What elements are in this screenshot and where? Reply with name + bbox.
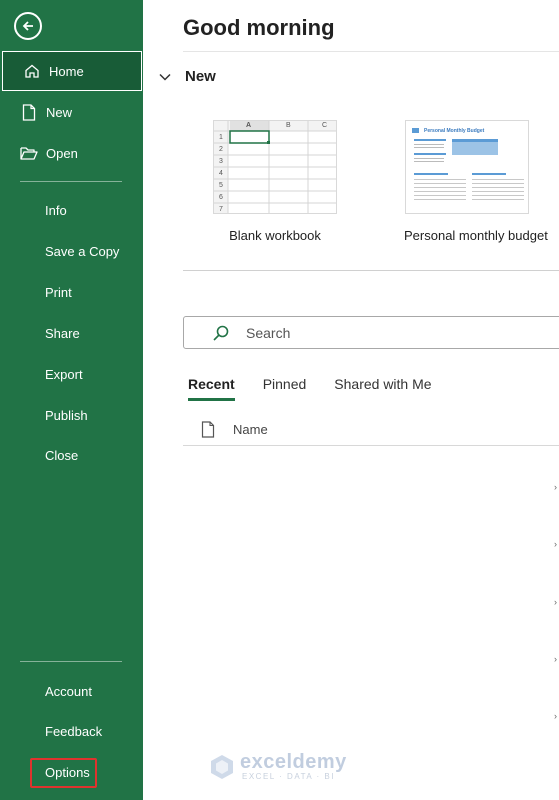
search-input[interactable]: Search — [183, 316, 559, 349]
sidebar-divider — [20, 181, 122, 182]
row-header: 5 — [219, 182, 223, 189]
search-placeholder: Search — [246, 324, 291, 341]
tab-shared-with-me[interactable]: Shared with Me — [334, 376, 431, 401]
row-header: 2 — [219, 146, 223, 153]
chevron-right-icon: › — [554, 655, 557, 663]
template-label: Blank workbook — [229, 228, 321, 243]
name-column-header[interactable]: Name — [233, 422, 268, 437]
sidebar-item-publish[interactable]: Publish — [0, 395, 143, 435]
column-header: A — [246, 122, 252, 129]
template-blank-workbook[interactable]: A B C 1 2 3 4 5 6 7 Blank workbook — [213, 120, 337, 243]
row-header: 1 — [219, 134, 223, 141]
budget-thumbnail: Personal Monthly Budget — [405, 120, 529, 214]
section-divider — [183, 270, 559, 271]
back-button[interactable] — [14, 12, 42, 40]
arrow-left-icon — [22, 21, 33, 31]
row-header: 3 — [219, 158, 223, 165]
sidebar-item-open[interactable]: Open — [0, 133, 143, 173]
main-panel: Good morning New A B C 1 2 3 4 5 6 7 Bla… — [143, 0, 559, 800]
watermark-tagline: EXCEL · DATA · BI — [242, 772, 335, 781]
sidebar-item-label: Share — [45, 325, 80, 341]
sidebar-item-close[interactable]: Close — [0, 435, 143, 475]
sidebar-item-info[interactable]: Info — [0, 190, 143, 230]
sidebar-item-save-a-copy[interactable]: Save a Copy — [0, 231, 143, 271]
tab-pinned[interactable]: Pinned — [263, 376, 307, 401]
sidebar-item-label: Account — [45, 683, 92, 699]
blank-workbook-thumbnail: A B C 1 2 3 4 5 6 7 — [213, 120, 337, 214]
chevron-right-icon: › — [554, 598, 557, 606]
exceldemy-watermark: exceldemy EXCEL · DATA · BI — [208, 752, 347, 781]
sidebar-item-label: Print — [45, 284, 72, 300]
column-header: B — [286, 122, 291, 129]
sidebar-item-label: Export — [45, 366, 83, 382]
sidebar-item-share[interactable]: Share — [0, 313, 143, 353]
sidebar-item-home[interactable]: Home — [2, 51, 142, 91]
new-section-toggle[interactable]: New — [159, 68, 216, 85]
search-icon — [212, 324, 230, 342]
watermark-text: exceldemy EXCEL · DATA · BI — [240, 752, 347, 781]
column-header: C — [322, 122, 328, 129]
sidebar-item-label: Save a Copy — [45, 243, 120, 259]
folder-open-icon — [20, 144, 38, 162]
row-header: 4 — [219, 170, 223, 177]
sidebar: Home New Open Info Save a Copy Print Sha… — [0, 0, 143, 800]
sidebar-item-label: Info — [45, 202, 67, 218]
chevron-right-icon: › — [554, 483, 557, 491]
document-icon — [20, 103, 38, 121]
options-highlight-box — [30, 758, 97, 788]
row-header: 7 — [219, 206, 223, 213]
tab-recent[interactable]: Recent — [188, 376, 235, 401]
excel-backstage: Home New Open Info Save a Copy Print Sha… — [0, 0, 559, 800]
file-icon — [201, 421, 215, 438]
sidebar-item-label: Close — [45, 447, 79, 463]
header-divider — [183, 51, 559, 52]
sidebar-item-label: Publish — [45, 407, 88, 423]
sidebar-item-feedback[interactable]: Feedback — [0, 711, 143, 751]
template-label: Personal monthly budget — [404, 228, 548, 243]
file-tabs: Recent Pinned Shared with Me — [188, 376, 460, 401]
file-list-header: Name — [183, 414, 559, 446]
chevron-right-icon: › — [554, 540, 557, 548]
row-header: 6 — [219, 194, 223, 201]
sidebar-divider — [20, 661, 122, 662]
grid-labels: A B C 1 2 3 4 5 6 7 — [214, 121, 336, 213]
sidebar-item-label: Home — [49, 63, 84, 79]
exceldemy-logo-icon — [211, 754, 233, 779]
home-icon — [23, 62, 41, 80]
sidebar-item-label: Feedback — [45, 723, 103, 739]
watermark-name: exceldemy — [240, 751, 347, 773]
page-title: Good morning — [183, 15, 335, 40]
sidebar-item-print[interactable]: Print — [0, 272, 143, 312]
budget-preview — [412, 128, 524, 200]
section-title: New — [185, 68, 216, 85]
sidebar-item-new[interactable]: New — [0, 92, 143, 132]
sidebar-item-label: New — [46, 104, 73, 120]
budget-thumbnail-title: Personal Monthly Budget — [424, 128, 485, 134]
chevron-down-icon — [159, 73, 171, 81]
chevron-right-icon: › — [554, 712, 557, 720]
sidebar-item-account[interactable]: Account — [0, 671, 143, 711]
sidebar-item-export[interactable]: Export — [0, 354, 143, 394]
template-personal-monthly-budget[interactable]: Personal Monthly Budget Personal monthly… — [404, 120, 548, 243]
sidebar-item-label: Open — [46, 145, 78, 161]
